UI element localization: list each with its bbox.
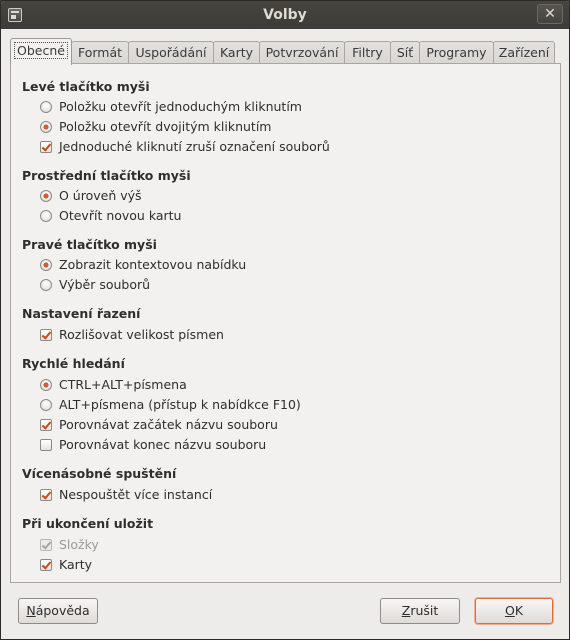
option-label: Porovnávat začátek názvu souboru	[59, 417, 278, 432]
ok-button[interactable]: OK	[475, 598, 553, 624]
option-label: Složky	[59, 537, 99, 552]
checkbox-checked-icon[interactable]	[40, 141, 52, 153]
general-tab-panel: Levé tlačítko myši Položku otevřít jedno…	[10, 63, 561, 583]
section-title-save-on-exit: Při ukončení uložit	[22, 516, 154, 531]
option-label: O úroveň výš	[59, 188, 142, 203]
radio-icon[interactable]	[40, 279, 52, 291]
section-title-right-mouse: Pravé tlačítko myši	[22, 237, 157, 252]
tab-layout[interactable]: Uspořádání	[128, 41, 214, 64]
help-button[interactable]: Nápověda	[18, 598, 98, 624]
tab-bar: Obecné Formát Uspořádání Karty Potvrzová…	[10, 38, 561, 65]
tab-format[interactable]: Formát	[71, 41, 129, 64]
option-label: Otevřít novou kartu	[59, 208, 182, 223]
section-title-sorting: Nastavení řazení	[22, 306, 141, 321]
option-label: Položku otevřít jednoduchým kliknutím	[59, 99, 302, 114]
radio-selected-icon[interactable]	[40, 259, 52, 271]
preferences-dialog: Volby ✕ Obecné Formát Uspořádání Karty P…	[0, 0, 570, 640]
close-icon: ✕	[544, 6, 556, 22]
option-label: ALT+písmena (přístup k nabídkce F10)	[59, 397, 301, 412]
tab-tabs[interactable]: Karty	[213, 41, 260, 64]
option-label: Položku otevřít dvojitým kliknutím	[59, 119, 272, 134]
option-label: Zobrazit kontextovou nabídku	[59, 257, 247, 272]
radio-selected-icon[interactable]	[40, 190, 52, 202]
mnemonic: N	[26, 603, 36, 618]
option-label: Porovnávat konec názvu souboru	[59, 437, 267, 452]
option-label: Jednoduché kliknutí zruší označení soubo…	[59, 139, 330, 154]
button-label: ápověda	[35, 603, 90, 618]
tab-programs[interactable]: Programy	[419, 41, 494, 64]
option-label: Nespouštět více instancí	[59, 487, 213, 502]
mnemonic: O	[504, 603, 515, 618]
radio-selected-icon[interactable]	[40, 379, 52, 391]
tab-devices[interactable]: Zařízení	[493, 41, 555, 64]
checkbox-icon[interactable]	[40, 439, 52, 451]
window-title: Volby	[263, 7, 307, 23]
checkbox-checked-icon[interactable]	[40, 559, 52, 571]
option-label: Rozlišovat velikost písmen	[59, 327, 224, 342]
checkbox-checked-icon[interactable]	[40, 489, 52, 501]
tab-network[interactable]: Síť	[390, 41, 420, 64]
option-label: Karty	[59, 557, 93, 572]
radio-selected-icon[interactable]	[40, 121, 52, 133]
tab-filters[interactable]: Filtry	[344, 41, 391, 64]
section-title-middle-mouse: Prostřední tlačítko myši	[22, 168, 191, 183]
cancel-button[interactable]: Zrušit	[380, 598, 460, 624]
close-button[interactable]: ✕	[537, 4, 563, 24]
section-title-quick-search: Rychlé hledání	[22, 356, 125, 371]
button-label: rušit	[410, 603, 439, 618]
option-label: CTRL+ALT+písmena	[59, 377, 187, 392]
button-label: K	[514, 603, 524, 618]
checkbox-checked-disabled-icon	[40, 539, 52, 551]
radio-icon[interactable]	[40, 101, 52, 113]
section-title-left-mouse: Levé tlačítko myši	[22, 79, 150, 94]
radio-icon[interactable]	[40, 399, 52, 411]
title-bar: Volby ✕	[1, 1, 569, 29]
checkbox-checked-icon[interactable]	[40, 419, 52, 431]
option-label: Výběr souborů	[59, 277, 151, 292]
section-title-multiple-instances: Vícenásobné spuštění	[22, 466, 177, 481]
radio-icon[interactable]	[40, 210, 52, 222]
tab-label: Obecné	[14, 42, 68, 59]
tab-confirmation[interactable]: Potvrzování	[259, 41, 345, 64]
tab-general[interactable]: Obecné	[10, 38, 72, 65]
checkbox-checked-icon[interactable]	[40, 329, 52, 341]
